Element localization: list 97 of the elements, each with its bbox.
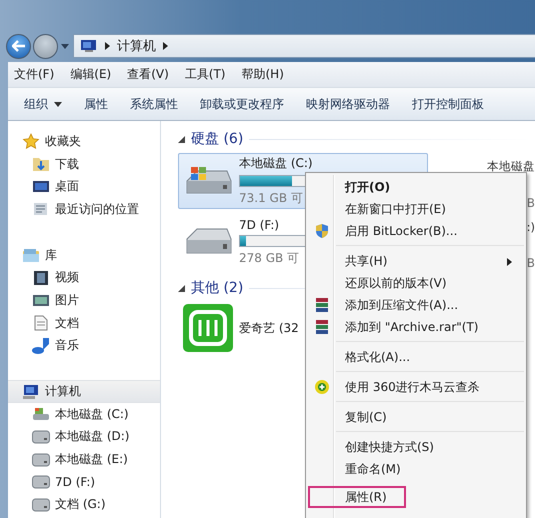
drive-icon — [32, 496, 50, 513]
item-name: 爱奇艺 (32 — [239, 320, 299, 336]
free-space-text: B — [526, 196, 535, 210]
item-name: 7D (F:) — [239, 218, 280, 232]
navigation-item[interactable]: 7D (F:) — [8, 470, 160, 494]
navigation-item[interactable]: 图片 — [8, 289, 160, 312]
computer-icon — [22, 384, 40, 400]
navigation-item[interactable]: 视频 — [8, 266, 160, 290]
item-name: 本地磁盘 — [487, 159, 535, 174]
film-icon — [32, 270, 50, 286]
back-arrow-icon — [12, 40, 26, 52]
context-menu-item[interactable]: 启用 BitLocker(B)... — [308, 220, 524, 242]
navigation-item-label: 音乐 — [55, 337, 79, 354]
navigation-group-label: 计算机 — [45, 383, 81, 400]
books-icon — [314, 319, 330, 335]
navigation-item[interactable]: 音乐 — [8, 334, 160, 358]
shield-icon — [314, 223, 330, 239]
navigation-item[interactable]: 文档 (G:) — [8, 494, 160, 516]
monitor-icon — [32, 178, 50, 195]
context-menu-item[interactable]: 属性(R) — [308, 486, 406, 508]
context-menu-item[interactable]: 创建快捷方式(S) — [308, 436, 524, 458]
navigation-group-label: 收藏夹 — [45, 132, 81, 150]
navigation-group-label: 库 — [45, 246, 57, 264]
context-menu-item[interactable]: 格式化(A)... — [308, 346, 524, 368]
menu-item[interactable]: 帮助(H) — [242, 66, 284, 83]
system-drive-icon — [32, 406, 50, 422]
item-name: :) — [526, 220, 535, 234]
document-icon — [32, 315, 50, 332]
navigation-item[interactable]: 本地磁盘 (E:) — [8, 448, 160, 471]
group-title: 其他 (2) — [191, 279, 244, 297]
context-menu-item[interactable]: 复制(C) — [308, 406, 524, 428]
navigation-item[interactable]: 最近访问的位置 — [8, 198, 160, 221]
navigation-item-label: 视频 — [55, 269, 79, 286]
recent-places-icon — [32, 201, 50, 218]
navigation-item-label: 下载 — [55, 156, 79, 173]
star-icon — [22, 133, 40, 150]
submenu-arrow-icon — [507, 258, 512, 266]
navigation-group[interactable]: 库 — [8, 244, 160, 266]
navigation-item-label: 本地磁盘 (C:) — [55, 406, 129, 423]
app-icon — [183, 304, 233, 352]
antivirus-icon — [314, 379, 330, 395]
group-title: 硬盘 (6) — [191, 130, 244, 148]
breadcrumb-arrow-icon[interactable] — [163, 42, 168, 50]
navigation-item[interactable]: 文档 — [8, 312, 160, 334]
menu-item[interactable]: 工具(T) — [184, 66, 226, 83]
breadcrumb-arrow-icon[interactable] — [105, 42, 110, 50]
group-header[interactable]: 硬盘 (6) — [178, 129, 535, 149]
collapse-triangle-icon — [178, 136, 185, 142]
navigation-item[interactable]: 本地磁盘 (C:) — [8, 402, 160, 426]
context-menu-item[interactable]: 使用 360进行木马云查杀 — [308, 376, 524, 398]
navigation-item-label: 文档 — [55, 314, 79, 332]
free-space-text: 278 GB 可 — [239, 250, 300, 266]
caret-icon — [54, 102, 62, 106]
context-menu-item[interactable]: 添加到 "Archive.rar"(T) — [308, 316, 524, 338]
history-caret-icon[interactable] — [61, 44, 69, 48]
item-name: 本地磁盘 (C:) — [239, 155, 313, 172]
toolbar-button[interactable]: 组织 — [14, 91, 72, 117]
navigation-item-label: 本地磁盘 (D:) — [55, 428, 130, 446]
address-bar[interactable]: 计算机 — [73, 34, 535, 58]
toolbar-button[interactable]: 打开控制面板 — [402, 91, 494, 117]
menu-item[interactable]: 编辑(E) — [70, 66, 112, 83]
context-menu-item[interactable]: 还原以前的版本(V) — [308, 272, 524, 294]
drive-icon — [32, 474, 50, 490]
computer-icon — [80, 39, 98, 53]
navigation-item[interactable]: 本地磁盘 (D:) — [8, 426, 160, 448]
free-space-text: 73.1 GB 可 — [239, 190, 303, 207]
context-menu-item[interactable]: 共享(H) — [308, 250, 524, 272]
music-note-icon — [32, 338, 50, 354]
context-menu-item[interactable]: 重命名(M) — [308, 458, 524, 480]
back-button[interactable] — [6, 34, 31, 58]
navigation-item-label: 本地磁盘 (E:) — [55, 451, 128, 468]
toolbar-button[interactable]: 映射网络驱动器 — [296, 91, 400, 117]
toolbar-button[interactable]: 系统属性 — [120, 91, 188, 117]
download-folder-icon — [32, 156, 50, 172]
navigation-item-label: 最近访问的位置 — [55, 200, 139, 218]
toolbar-button[interactable]: 卸载或更改程序 — [190, 91, 294, 117]
navigation-item-label: 文档 (G:) — [55, 496, 106, 514]
menu-item[interactable]: 文件(F) — [14, 66, 54, 83]
navigation-group[interactable]: 计算机 — [8, 380, 160, 403]
books-icon — [314, 297, 330, 313]
toolbar-button[interactable]: 属性 — [74, 91, 118, 117]
collapse-triangle-icon — [178, 284, 185, 292]
breadcrumb-item[interactable]: 计算机 — [117, 37, 156, 55]
navigation-item-label: 图片 — [55, 292, 79, 309]
library-icon — [22, 247, 40, 264]
picture-icon — [32, 292, 50, 308]
context-menu-item[interactable]: 添加到压缩文件(A)... — [308, 294, 524, 316]
menu-item[interactable]: 查看(V) — [127, 66, 169, 83]
free-space-text: B — [526, 256, 535, 270]
drive-icon — [32, 428, 50, 445]
navigation-item-label: 桌面 — [55, 178, 79, 196]
navigation-item-label: 7D (F:) — [55, 475, 96, 490]
navigation-item[interactable]: 下载 — [8, 152, 160, 176]
navigation-item[interactable]: 桌面 — [8, 175, 160, 198]
drive-icon — [32, 452, 50, 468]
forward-button[interactable] — [33, 34, 58, 58]
navigation-group[interactable]: 收藏夹 — [8, 130, 160, 153]
